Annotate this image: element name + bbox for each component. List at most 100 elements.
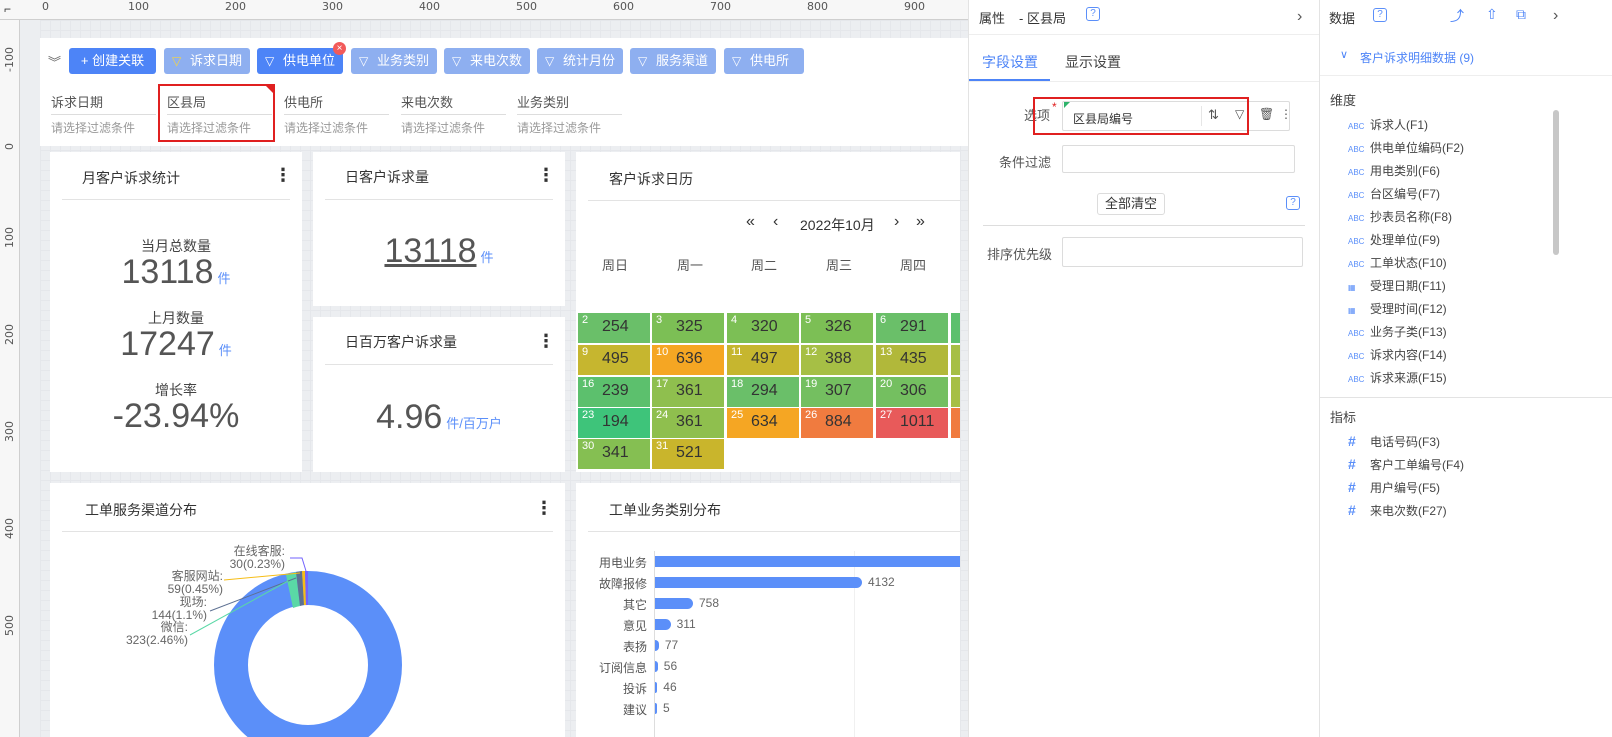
calendar-day-cell[interactable] [951,377,960,407]
calendar-day-cell[interactable]: 5 326 [801,313,873,343]
filter-supply-station[interactable]: 供电所 请选择过滤条件 [284,90,394,136]
ruler-top-label: 700 [710,0,731,13]
bar[interactable] [655,703,657,714]
more-icon[interactable]: ⋮ [274,166,292,184]
bar[interactable] [655,556,960,567]
pie-slice-main[interactable] [214,571,402,737]
bar[interactable] [655,598,693,609]
next-month-icon[interactable]: › [894,213,899,231]
more-icon[interactable]: ⋮ [537,332,555,350]
calendar-day-cell[interactable]: 31 521 [652,439,724,469]
bar[interactable] [655,619,671,630]
measure-item[interactable]: # 电话号码(F3) [1348,433,1440,450]
dimension-item[interactable]: ABC 台区编号(F7) [1348,185,1440,202]
calendar-day-cell[interactable]: 19 307 [801,377,873,407]
dimension-item[interactable]: ABC 供电单位编码(F2) [1348,139,1464,156]
chip-call-count[interactable]: ▽ 来电次数 [444,48,530,74]
more-icon[interactable]: ⋮ [537,166,555,184]
calendar-day-cell[interactable]: 11 497 [727,345,799,375]
clear-all-button[interactable]: 全部清空 [1097,193,1165,215]
dimension-item[interactable]: ABC 诉求内容(F14) [1348,346,1447,363]
collapse-panel-icon[interactable]: › [1553,7,1558,25]
filter-appeal-date[interactable]: 诉求日期 请选择过滤条件 [51,90,161,136]
calendar-card[interactable]: 客户诉求日历 « ‹ 2022年10月 › » 周日 周一 周二 周三 周四 2… [576,152,960,472]
calendar-day-cell[interactable]: 24 361 [652,408,724,438]
dataset-name[interactable]: 客户诉求明细数据 (9) [1360,49,1474,66]
tab-display-settings[interactable]: 显示设置 [1065,52,1121,72]
calendar-day-cell[interactable]: 3 325 [652,313,724,343]
calendar-day-cell[interactable]: 26 884 [801,408,873,438]
scrollbar[interactable] [1553,110,1559,255]
calendar-day-cell[interactable]: 12 388 [801,345,873,375]
calendar-day-cell[interactable]: 9 495 [578,345,650,375]
calendar-day-cell[interactable] [951,345,960,375]
calendar-day-cell[interactable]: 30 341 [578,439,650,469]
calendar-day-cell[interactable]: 10 636 [652,345,724,375]
dimension-item[interactable]: ABC 业务子类(F13) [1348,323,1447,340]
calendar-day-cell[interactable]: 25 634 [727,408,799,438]
bar[interactable] [655,640,659,651]
measure-item[interactable]: # 客户工单编号(F4) [1348,456,1464,473]
calendar-day-cell[interactable]: 23 194 [578,408,650,438]
export-icon[interactable]: ⧉ [1516,6,1526,23]
delete-icon[interactable]: 🗑 [1259,107,1274,121]
help-icon[interactable]: ? [1286,196,1300,210]
chip-service-channel[interactable]: ▽ 服务渠道 [630,48,716,74]
filter-call-count[interactable]: 来电次数 请选择过滤条件 [401,90,511,136]
tab-field-settings[interactable]: 字段设置 [982,52,1038,72]
chip-appeal-date[interactable]: ▽ 诉求日期 [164,48,250,74]
calendar-day-cell[interactable] [951,313,960,343]
calendar-day-cell[interactable]: 13 435 [876,345,948,375]
dimension-item[interactable]: ABC 诉求人(F1) [1348,116,1428,133]
dimension-item[interactable]: ▦ 受理日期(F11) [1348,277,1446,294]
chevron-down-icon[interactable]: ∨ [1340,48,1348,61]
calendar-day-cell[interactable]: 4 320 [727,313,799,343]
bar[interactable] [655,682,658,693]
calendar-day-cell[interactable]: 6 291 [876,313,948,343]
bar[interactable] [655,577,862,588]
help-icon[interactable]: ? [1373,8,1387,22]
measure-item[interactable]: # 来电次数(F27) [1348,502,1447,519]
chip-supply-unit[interactable]: ▽ 供电单位 [257,48,343,74]
help-icon[interactable]: ? [1086,7,1100,21]
sort-priority-input[interactable] [1062,237,1303,267]
bar-value-label: 56 [663,659,678,673]
calendar-day-cell[interactable]: 20 306 [876,377,948,407]
chip-business-type[interactable]: ▽ 业务类别 [351,48,437,74]
dimension-item[interactable]: ABC 抄表员名称(F8) [1348,208,1452,225]
calendar-day-cell[interactable]: 17 361 [652,377,724,407]
more-icon[interactable]: ⋮ [1280,107,1292,121]
measure-item[interactable]: # 用户编号(F5) [1348,479,1440,496]
dimension-item[interactable]: ABC 诉求来源(F15) [1348,369,1447,386]
prev-month-icon[interactable]: ‹ [773,213,778,231]
dimension-item[interactable]: ABC 工单状态(F10) [1348,254,1447,271]
calendar-day-cell[interactable]: 16 239 [578,377,650,407]
business-bar-card[interactable]: 工单业务类别分布 用电业务 故障报修 4132 其它 758 意见 311 表扬 77 订阅信息 5… [576,483,960,737]
filter-condition-input[interactable] [1062,145,1295,173]
channel-pie-card[interactable]: 工单服务渠道分布 ⋮ 在线客服: 30(0.23%) 客服网站: 59(0.45%)… [50,483,565,737]
daily-value[interactable]: 13118 [384,232,476,270]
day-value: 435 [900,350,927,367]
dimension-item[interactable]: ABC 用电类别(F6) [1348,162,1440,179]
create-link-button[interactable]: + 创建关联 [69,48,156,74]
calendar-day-cell[interactable] [951,408,960,438]
ruler-corner-icon[interactable]: ⌐ [4,2,11,16]
bar[interactable] [655,661,658,672]
remove-chip-icon[interactable]: × [333,42,346,55]
filter-business-type[interactable]: 业务类别 请选择过滤条件 [517,90,627,136]
relation-icon[interactable]: ⤴ [1450,6,1464,26]
calendar-day-cell[interactable]: 18 294 [727,377,799,407]
collapse-panel-icon[interactable]: › [1297,8,1302,26]
calendar-day-cell[interactable]: 27 1011 [876,408,948,438]
dimension-item[interactable]: ▦ 受理时间(F12) [1348,300,1447,317]
chip-label: 统计月份 [563,53,616,68]
ruler-left-label: -100 [3,47,16,72]
next-year-icon[interactable]: » [916,213,925,231]
chip-supply-station[interactable]: ▽ 供电所 [724,48,804,74]
calendar-day-cell[interactable]: 2 254 [578,313,650,343]
upload-icon[interactable]: ⇧ [1486,6,1498,23]
chip-stat-month[interactable]: ▽ 统计月份 [537,48,623,74]
dimension-item[interactable]: ABC 处理单位(F9) [1348,231,1440,248]
collapse-icon[interactable]: ︾ [48,52,61,71]
prev-year-icon[interactable]: « [746,213,755,231]
